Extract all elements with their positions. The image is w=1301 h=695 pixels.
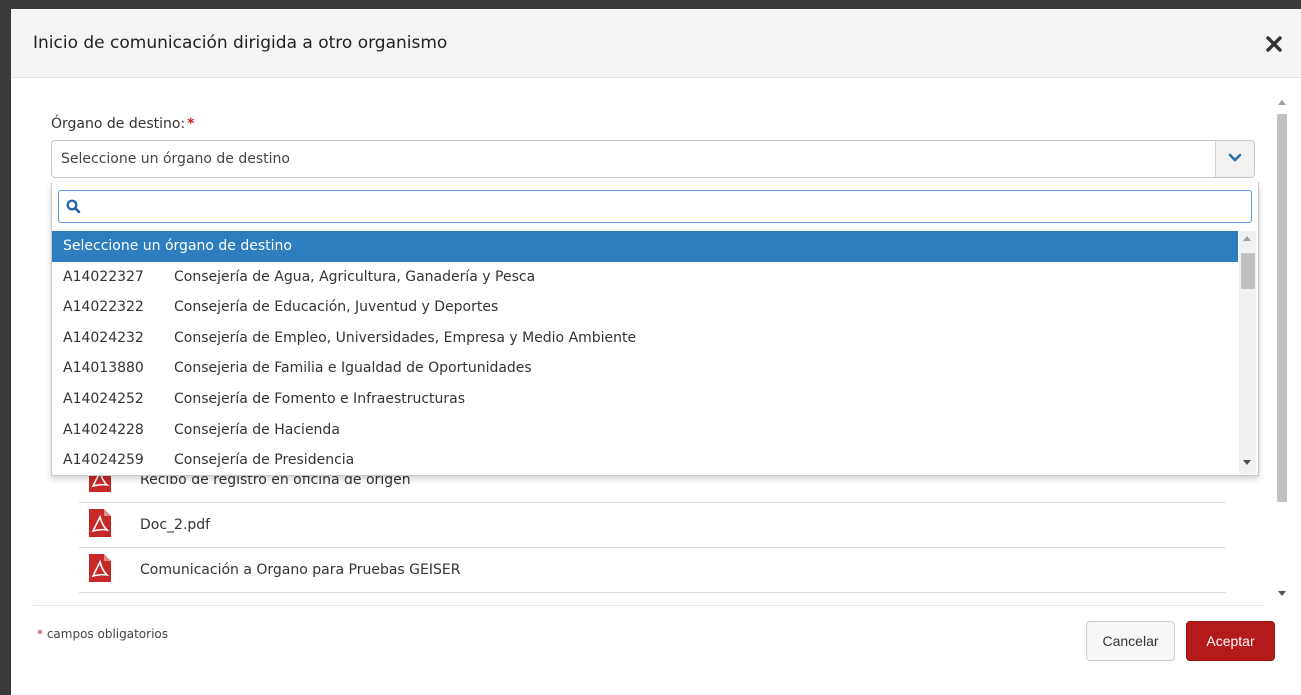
document-row[interactable]: Comunicación a Organo para Pruebas GEISE… <box>79 548 1226 593</box>
option-label: Consejeria de Familia e Igualdad de Opor… <box>174 360 532 376</box>
organo-select-value: Seleccione un órgano de destino <box>61 151 290 167</box>
option-label: Consejería de Empleo, Universidades, Emp… <box>174 330 637 346</box>
dropdown-scrollbar[interactable] <box>1239 231 1256 474</box>
scroll-down-icon[interactable] <box>1243 460 1251 465</box>
pdf-icon <box>89 554 111 582</box>
option-code: A14024232 <box>63 330 144 346</box>
option-code: A14022322 <box>63 299 144 315</box>
option-label: Consejería de Fomento e Infraestructuras <box>174 391 466 407</box>
document-row[interactable]: Doc_2.pdf <box>79 503 1226 548</box>
close-icon[interactable] <box>1265 35 1285 55</box>
dropdown-options: Seleccione un órgano de destino A1402232… <box>52 231 1238 474</box>
option-code: A14024259 <box>63 452 144 468</box>
document-label: Comunicación a Organo para Pruebas GEISE… <box>140 562 461 578</box>
option-label: Seleccione un órgano de destino <box>63 238 292 254</box>
dropdown-scrollbar-thumb[interactable] <box>1241 253 1255 289</box>
dropdown-option[interactable]: A14013880 Consejeria de Familia e Iguald… <box>52 353 1238 384</box>
organo-label: Órgano de destino: * <box>51 116 195 132</box>
dropdown-option[interactable]: A14024232 Consejería de Empleo, Universi… <box>52 323 1238 354</box>
dropdown-option[interactable]: A14022327 Consejería de Agua, Agricultur… <box>52 262 1238 293</box>
option-code: A14022327 <box>63 269 144 285</box>
dropdown-search <box>58 190 1252 223</box>
scroll-down-icon[interactable] <box>1278 591 1286 596</box>
organo-select[interactable]: Seleccione un órgano de destino <box>51 140 1255 178</box>
required-fields-note: * campos obligatorios <box>37 627 168 641</box>
document-label: Doc_2.pdf <box>140 517 211 533</box>
option-code: A14024252 <box>63 391 144 407</box>
modal-title: Inicio de comunicación dirigida a otro o… <box>33 33 448 53</box>
dropdown-search-input[interactable] <box>87 194 1241 221</box>
search-icon <box>66 199 81 214</box>
scrollbar-thumb[interactable] <box>1277 114 1287 502</box>
option-code: A14024228 <box>63 422 144 438</box>
accept-button[interactable]: Aceptar <box>1186 621 1275 661</box>
required-mark: * <box>187 116 195 132</box>
modal-scrollbar[interactable] <box>1273 96 1289 606</box>
scroll-up-icon[interactable] <box>1243 236 1251 241</box>
footer-divider <box>33 605 1265 606</box>
dropdown-option[interactable]: Seleccione un órgano de destino <box>52 231 1238 262</box>
cancel-button[interactable]: Cancelar <box>1086 621 1175 661</box>
option-label: Consejería de Presidencia <box>174 452 355 468</box>
dropdown-option[interactable]: A14024252 Consejería de Fomento e Infrae… <box>52 384 1238 415</box>
organo-dropdown: Seleccione un órgano de destino A1402232… <box>51 182 1259 476</box>
scroll-up-icon[interactable] <box>1278 100 1286 105</box>
option-label: Consejería de Educación, Juventud y Depo… <box>174 299 499 315</box>
option-label: Consejería de Agua, Agricultura, Ganader… <box>174 269 536 285</box>
option-label: Consejería de Hacienda <box>174 422 340 438</box>
dropdown-option[interactable]: A14024259 Consejería de Presidencia <box>52 445 1238 474</box>
dropdown-option[interactable]: A14022322 Consejería de Educación, Juven… <box>52 292 1238 323</box>
option-code: A14013880 <box>63 360 144 376</box>
chevron-down-icon[interactable] <box>1215 141 1254 177</box>
pdf-icon <box>89 509 111 537</box>
modal-header: Inicio de comunicación dirigida a otro o… <box>11 9 1301 78</box>
dropdown-option[interactable]: A14024228 Consejería de Hacienda <box>52 415 1238 446</box>
